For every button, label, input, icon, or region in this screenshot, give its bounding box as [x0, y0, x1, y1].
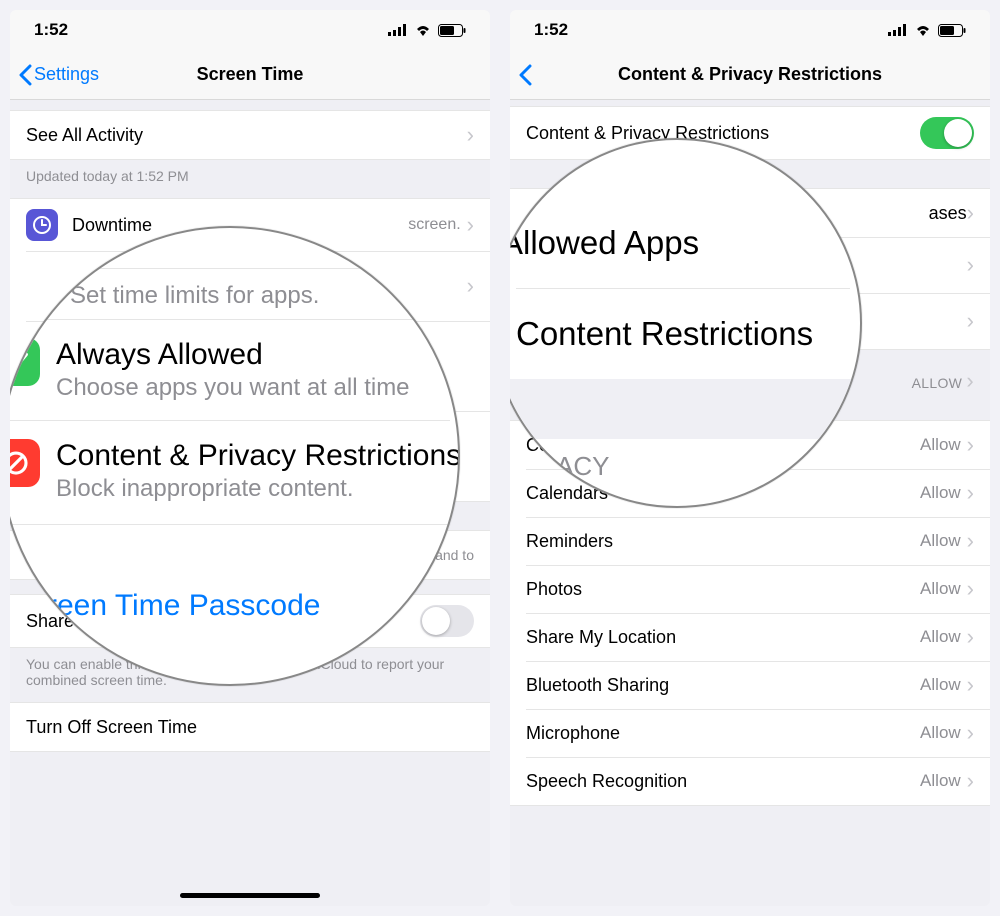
privacy-row-photos[interactable]: PhotosAllow ›: [510, 565, 990, 613]
nav-bar: Settings Screen Time: [10, 50, 490, 100]
row-see-all-activity[interactable]: See All Activity ›: [10, 111, 490, 159]
row-detail: Allow: [920, 579, 961, 599]
row-label: See All Activity: [26, 125, 467, 146]
privacy-row-bluetooth-sharing[interactable]: Bluetooth SharingAllow ›: [510, 661, 990, 709]
mag-allowed-apps[interactable]: Allowed Apps: [510, 224, 699, 262]
chevron-right-icon: ›: [967, 530, 974, 552]
privacy-row-reminders[interactable]: RemindersAllow ›: [510, 517, 990, 565]
chevron-right-icon: ›: [467, 124, 474, 146]
chevron-right-icon: ›: [966, 368, 974, 393]
downtime-icon: [26, 209, 58, 241]
row-label: Turn Off Screen Time: [26, 717, 474, 738]
wifi-icon: [914, 24, 932, 36]
mag-cp-sub: Block inappropriate content.: [56, 476, 460, 502]
chevron-right-icon: ›: [967, 434, 974, 456]
row-label: Bluetooth Sharing: [526, 675, 920, 696]
privacy-row-share-my-location[interactable]: Share My LocationAllow ›: [510, 613, 990, 661]
nav-bar: Content & Privacy Restrictions: [510, 50, 990, 100]
back-label: Settings: [34, 64, 99, 85]
chevron-left-icon: [518, 64, 532, 86]
wifi-icon: [414, 24, 432, 36]
magnifier-left: Set time limits for apps. Always Allowed…: [10, 226, 460, 686]
cellular-icon: [888, 24, 908, 36]
row-detail: Allow: [920, 531, 961, 551]
row-label: Content & Privacy Restrictions: [526, 123, 920, 144]
status-icons: [888, 24, 966, 37]
updated-footer: Updated today at 1:52 PM: [10, 160, 490, 198]
chevron-right-icon: ›: [967, 722, 974, 744]
chevron-right-icon: ›: [967, 626, 974, 648]
back-button[interactable]: Settings: [10, 64, 99, 86]
status-bar: 1:52: [510, 10, 990, 50]
mag-always-sub: Choose apps you want at all time: [56, 375, 448, 401]
battery-icon: [938, 24, 966, 37]
privacy-row-speech-recognition[interactable]: Speech RecognitionAllow ›: [510, 757, 990, 805]
chevron-right-icon: ›: [967, 770, 974, 792]
row-label: Reminders: [526, 531, 920, 552]
chevron-right-icon: ›: [467, 275, 474, 297]
chevron-left-icon: [18, 64, 32, 86]
row-turn-off-screen-time[interactable]: Turn Off Screen Time: [10, 703, 490, 751]
chevron-right-icon: ›: [967, 310, 974, 332]
chevron-right-icon: ›: [467, 214, 474, 236]
status-time: 1:52: [534, 20, 568, 40]
row-detail: Allow: [920, 435, 961, 455]
mag-cp-title: Content & Privacy Restrictions: [56, 439, 460, 472]
privacy-top-allow: Allow: [912, 375, 963, 391]
phone-right: 1:52 Content & Privacy Restrictions Cont…: [510, 10, 990, 906]
row-label: Microphone: [526, 723, 920, 744]
content-privacy-icon: [10, 439, 40, 487]
status-bar: 1:52: [10, 10, 490, 50]
content-privacy-toggle[interactable]: [920, 117, 974, 149]
mag-content-restrictions[interactable]: Content Restrictions: [516, 315, 813, 353]
row-detail: Allow: [920, 627, 961, 647]
downtime-trailing: screen.: [408, 216, 460, 234]
row-detail: Allow: [920, 483, 961, 503]
page-title: Content & Privacy Restrictions: [510, 64, 990, 85]
cellular-icon: [388, 24, 408, 36]
phone-left: 1:52 Settings Screen Time See All Activi…: [10, 10, 490, 906]
chevron-right-icon: ›: [967, 482, 974, 504]
row-detail: Allow: [920, 771, 961, 791]
back-button[interactable]: [510, 64, 532, 86]
battery-icon: [438, 24, 466, 37]
status-icons: [388, 24, 466, 37]
chevron-right-icon: ›: [967, 202, 974, 224]
row-detail: Allow: [920, 675, 961, 695]
chevron-right-icon: ›: [967, 674, 974, 696]
row-content-privacy-toggle[interactable]: Content & Privacy Restrictions: [510, 107, 990, 159]
row-label: Share My Location: [526, 627, 920, 648]
privacy-row-microphone[interactable]: MicrophoneAllow ›: [510, 709, 990, 757]
share-toggle[interactable]: [420, 605, 474, 637]
row-detail: Allow: [920, 723, 961, 743]
row-label: Photos: [526, 579, 920, 600]
mag-always-title: Always Allowed: [56, 338, 448, 371]
home-indicator: [180, 893, 320, 898]
chevron-right-icon: ›: [967, 578, 974, 600]
chevron-right-icon: ›: [967, 254, 974, 276]
status-time: 1:52: [34, 20, 68, 40]
row-label: Speech Recognition: [526, 771, 920, 792]
